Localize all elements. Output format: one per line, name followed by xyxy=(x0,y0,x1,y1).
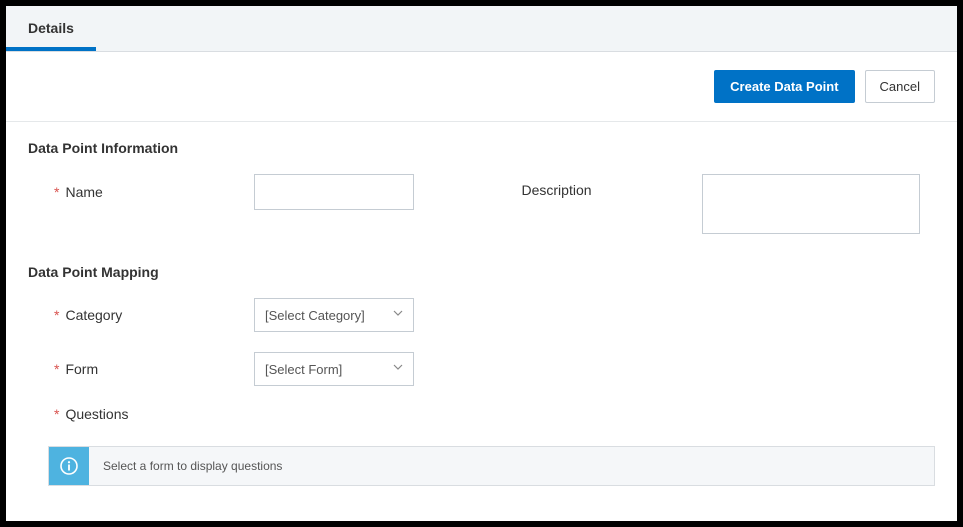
description-label: Description xyxy=(522,174,702,198)
questions-field-group: * Questions xyxy=(54,406,935,422)
description-input[interactable] xyxy=(702,174,920,234)
chevron-down-icon xyxy=(393,364,403,374)
content-area: Data Point Information * Name Descriptio… xyxy=(6,122,957,498)
tab-bar: Details xyxy=(6,6,957,52)
name-field-group: * Name xyxy=(28,174,482,234)
form-select[interactable]: [Select Form] xyxy=(254,352,414,386)
chevron-down-icon xyxy=(393,310,403,320)
section-title-info: Data Point Information xyxy=(28,140,935,156)
category-label: * Category xyxy=(54,307,254,323)
app-window: Details Create Data Point Cancel Data Po… xyxy=(6,6,957,521)
required-marker: * xyxy=(54,307,59,323)
description-field-group: Description xyxy=(482,174,936,234)
info-icon xyxy=(49,447,89,485)
section-title-mapping: Data Point Mapping xyxy=(28,264,935,280)
create-data-point-button[interactable]: Create Data Point xyxy=(714,70,854,103)
category-select-value: [Select Category] xyxy=(265,308,365,323)
questions-label: * Questions xyxy=(54,406,254,422)
form-label: * Form xyxy=(54,361,254,377)
info-banner-text: Select a form to display questions xyxy=(89,447,296,485)
info-banner: Select a form to display questions xyxy=(48,446,935,486)
tab-details[interactable]: Details xyxy=(6,6,96,51)
cancel-button[interactable]: Cancel xyxy=(865,70,935,103)
required-marker: * xyxy=(54,406,59,422)
name-label: * Name xyxy=(54,184,254,200)
category-select[interactable]: [Select Category] xyxy=(254,298,414,332)
action-bar: Create Data Point Cancel xyxy=(6,52,957,122)
form-select-value: [Select Form] xyxy=(265,362,342,377)
required-marker: * xyxy=(54,361,59,377)
category-field-group: * Category [Select Category] xyxy=(54,298,935,332)
name-input[interactable] xyxy=(254,174,414,210)
required-marker: * xyxy=(54,184,59,200)
form-field-group: * Form [Select Form] xyxy=(54,352,935,386)
info-fields-row: * Name Description xyxy=(28,174,935,234)
